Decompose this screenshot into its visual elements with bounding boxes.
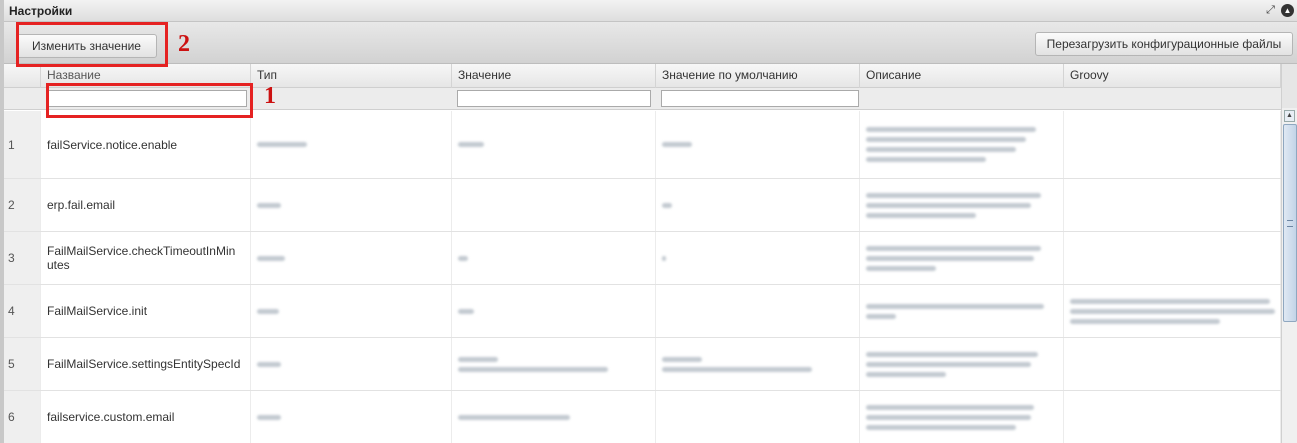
column-header-name[interactable]: Название bbox=[41, 64, 251, 88]
row-number: 2 bbox=[4, 179, 41, 231]
settings-table: Название Тип Значение Значение по умолча… bbox=[4, 64, 1281, 443]
table-header: Название Тип Значение Значение по умолча… bbox=[4, 64, 1281, 88]
blurred-description bbox=[860, 232, 1064, 284]
groovy-cell bbox=[1064, 179, 1281, 231]
blurred-description bbox=[860, 111, 1064, 178]
default-cell bbox=[656, 391, 860, 443]
groovy-cell bbox=[1064, 338, 1281, 390]
setting-name: erp.fail.email bbox=[41, 179, 251, 231]
blurred-description bbox=[860, 285, 1064, 337]
column-header-default[interactable]: Значение по умолчанию bbox=[656, 64, 860, 88]
scroll-up-icon[interactable]: ▲ bbox=[1284, 110, 1295, 122]
filter-row bbox=[4, 88, 1281, 110]
blurred-value bbox=[452, 232, 656, 284]
annotation-label-2: 2 bbox=[178, 31, 190, 57]
groovy-cell bbox=[1064, 391, 1281, 443]
setting-name: failservice.custom.email bbox=[41, 391, 251, 443]
setting-name: failService.notice.enable bbox=[41, 111, 251, 178]
setting-name: FailMailService.init bbox=[41, 285, 251, 337]
table-row[interactable]: 6 failservice.custom.email bbox=[4, 391, 1281, 443]
annotation-label-1: 1 bbox=[264, 83, 276, 109]
name-filter-input[interactable] bbox=[48, 90, 247, 107]
blurred-description bbox=[860, 391, 1064, 443]
row-number: 5 bbox=[4, 338, 41, 390]
default-filter-input[interactable] bbox=[661, 90, 859, 107]
blurred-value bbox=[452, 285, 656, 337]
value-cell bbox=[452, 179, 656, 231]
blurred-description bbox=[860, 179, 1064, 231]
blurred-value bbox=[452, 111, 656, 178]
scrollbar-thumb[interactable] bbox=[1283, 124, 1297, 322]
column-header-description[interactable]: Описание bbox=[860, 64, 1064, 88]
blurred-description bbox=[860, 338, 1064, 390]
edit-value-button[interactable]: Изменить значение bbox=[16, 34, 157, 58]
blurred-type bbox=[251, 111, 452, 178]
groovy-cell bbox=[1064, 232, 1281, 284]
column-header-groovy[interactable]: Groovy bbox=[1064, 64, 1281, 88]
blurred-type bbox=[251, 391, 452, 443]
column-header-type[interactable]: Тип bbox=[251, 64, 452, 88]
blurred-value bbox=[452, 338, 656, 390]
maximize-icon[interactable]: ⤢ bbox=[1264, 4, 1277, 17]
reload-config-button[interactable]: Перезагрузить конфигурационные файлы bbox=[1035, 32, 1293, 56]
vertical-scrollbar[interactable]: ▲ bbox=[1281, 108, 1297, 443]
blurred-groovy bbox=[1064, 285, 1281, 337]
scrollbar-header-gap bbox=[1281, 64, 1297, 108]
blurred-default bbox=[656, 338, 860, 390]
table-row[interactable]: 1 failService.notice.enable bbox=[4, 111, 1281, 179]
panel-title: Настройки bbox=[9, 4, 73, 18]
table-row[interactable]: 2 erp.fail.email bbox=[4, 179, 1281, 232]
row-number: 1 bbox=[4, 111, 41, 178]
panel-header: Настройки ⤢ ▲ bbox=[4, 0, 1297, 22]
grip-icon bbox=[1287, 220, 1293, 227]
groovy-cell bbox=[1064, 111, 1281, 178]
blurred-type bbox=[251, 338, 452, 390]
default-cell bbox=[656, 285, 860, 337]
blurred-default bbox=[656, 179, 860, 231]
blurred-default bbox=[656, 111, 860, 178]
blurred-value bbox=[452, 391, 656, 443]
row-number: 4 bbox=[4, 285, 41, 337]
blurred-default bbox=[656, 232, 860, 284]
setting-name: FailMailService.settingsEntitySpecId bbox=[41, 338, 251, 390]
collapse-icon[interactable]: ▲ bbox=[1281, 4, 1294, 17]
blurred-type bbox=[251, 179, 452, 231]
blurred-type bbox=[251, 285, 452, 337]
row-number: 3 bbox=[4, 232, 41, 284]
setting-name: FailMailService.checkTimeoutInMin utes bbox=[41, 232, 251, 284]
blurred-type bbox=[251, 232, 452, 284]
column-header-value[interactable]: Значение bbox=[452, 64, 656, 88]
rownum-header bbox=[4, 64, 41, 88]
row-number: 6 bbox=[4, 391, 41, 443]
settings-panel: Настройки ⤢ ▲ Изменить значение Перезагр… bbox=[0, 0, 1297, 443]
table-row[interactable]: 4 FailMailService.init bbox=[4, 285, 1281, 338]
table-row[interactable]: 5 FailMailService.settingsEntitySpecId bbox=[4, 338, 1281, 391]
toolbar: Изменить значение Перезагрузить конфигур… bbox=[4, 22, 1297, 64]
table-row[interactable]: 3 FailMailService.checkTimeoutInMin utes bbox=[4, 232, 1281, 285]
value-filter-input[interactable] bbox=[457, 90, 651, 107]
